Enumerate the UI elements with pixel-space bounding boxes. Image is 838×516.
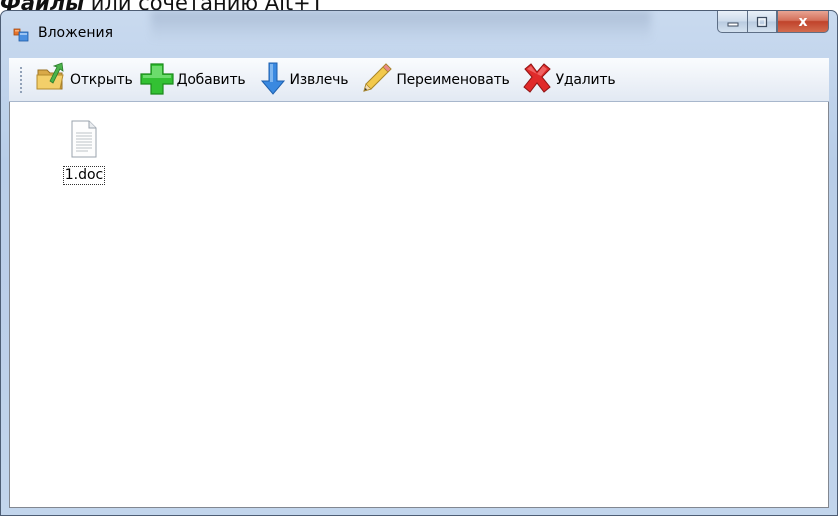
file-name: 1.doc [62, 166, 106, 185]
open-folder-icon [34, 61, 68, 99]
attachments-list[interactable]: 1.doc [9, 102, 829, 508]
close-button[interactable]: x [777, 11, 829, 33]
extract-button-label: Извлечь [289, 71, 349, 88]
rename-pencil-icon [360, 61, 394, 99]
rename-button-label: Переименовать [396, 71, 510, 88]
delete-x-icon [520, 61, 554, 99]
open-button-label: Открыть [70, 71, 133, 88]
delete-button[interactable]: Удалить [517, 62, 619, 98]
toolbar-grip[interactable] [19, 65, 23, 94]
rename-button[interactable]: Переименовать [357, 62, 512, 98]
open-button[interactable]: Открыть [31, 61, 136, 99]
delete-button-label: Удалить [555, 71, 616, 88]
caption-buttons: x [717, 11, 829, 35]
close-icon: x [798, 13, 808, 30]
file-item[interactable]: 1.doc [58, 120, 110, 185]
add-plus-icon [139, 61, 175, 99]
add-button-label: Добавить [176, 71, 246, 88]
maximize-icon [756, 16, 768, 27]
title-bar[interactable]: Вложения x [1, 11, 837, 57]
extract-button[interactable]: Извлечь [256, 62, 351, 98]
app-window-icon [13, 26, 29, 42]
extract-arrow-down-icon [259, 61, 287, 99]
add-button[interactable]: Добавить [136, 62, 249, 98]
title-bar-glass [151, 11, 651, 41]
toolbar: Открыть Добавить Извлечь Переименовать У… [9, 58, 829, 102]
window-title: Вложения [38, 25, 114, 41]
maximize-button[interactable] [747, 11, 777, 33]
window-client-area: Открыть Добавить Извлечь Переименовать У… [9, 58, 829, 508]
minimize-button[interactable] [717, 11, 747, 33]
attachments-window: Вложения x Открыть Добавить Извлечь Пере… [0, 10, 838, 516]
minimize-icon [727, 22, 738, 26]
document-file-icon [70, 120, 98, 162]
